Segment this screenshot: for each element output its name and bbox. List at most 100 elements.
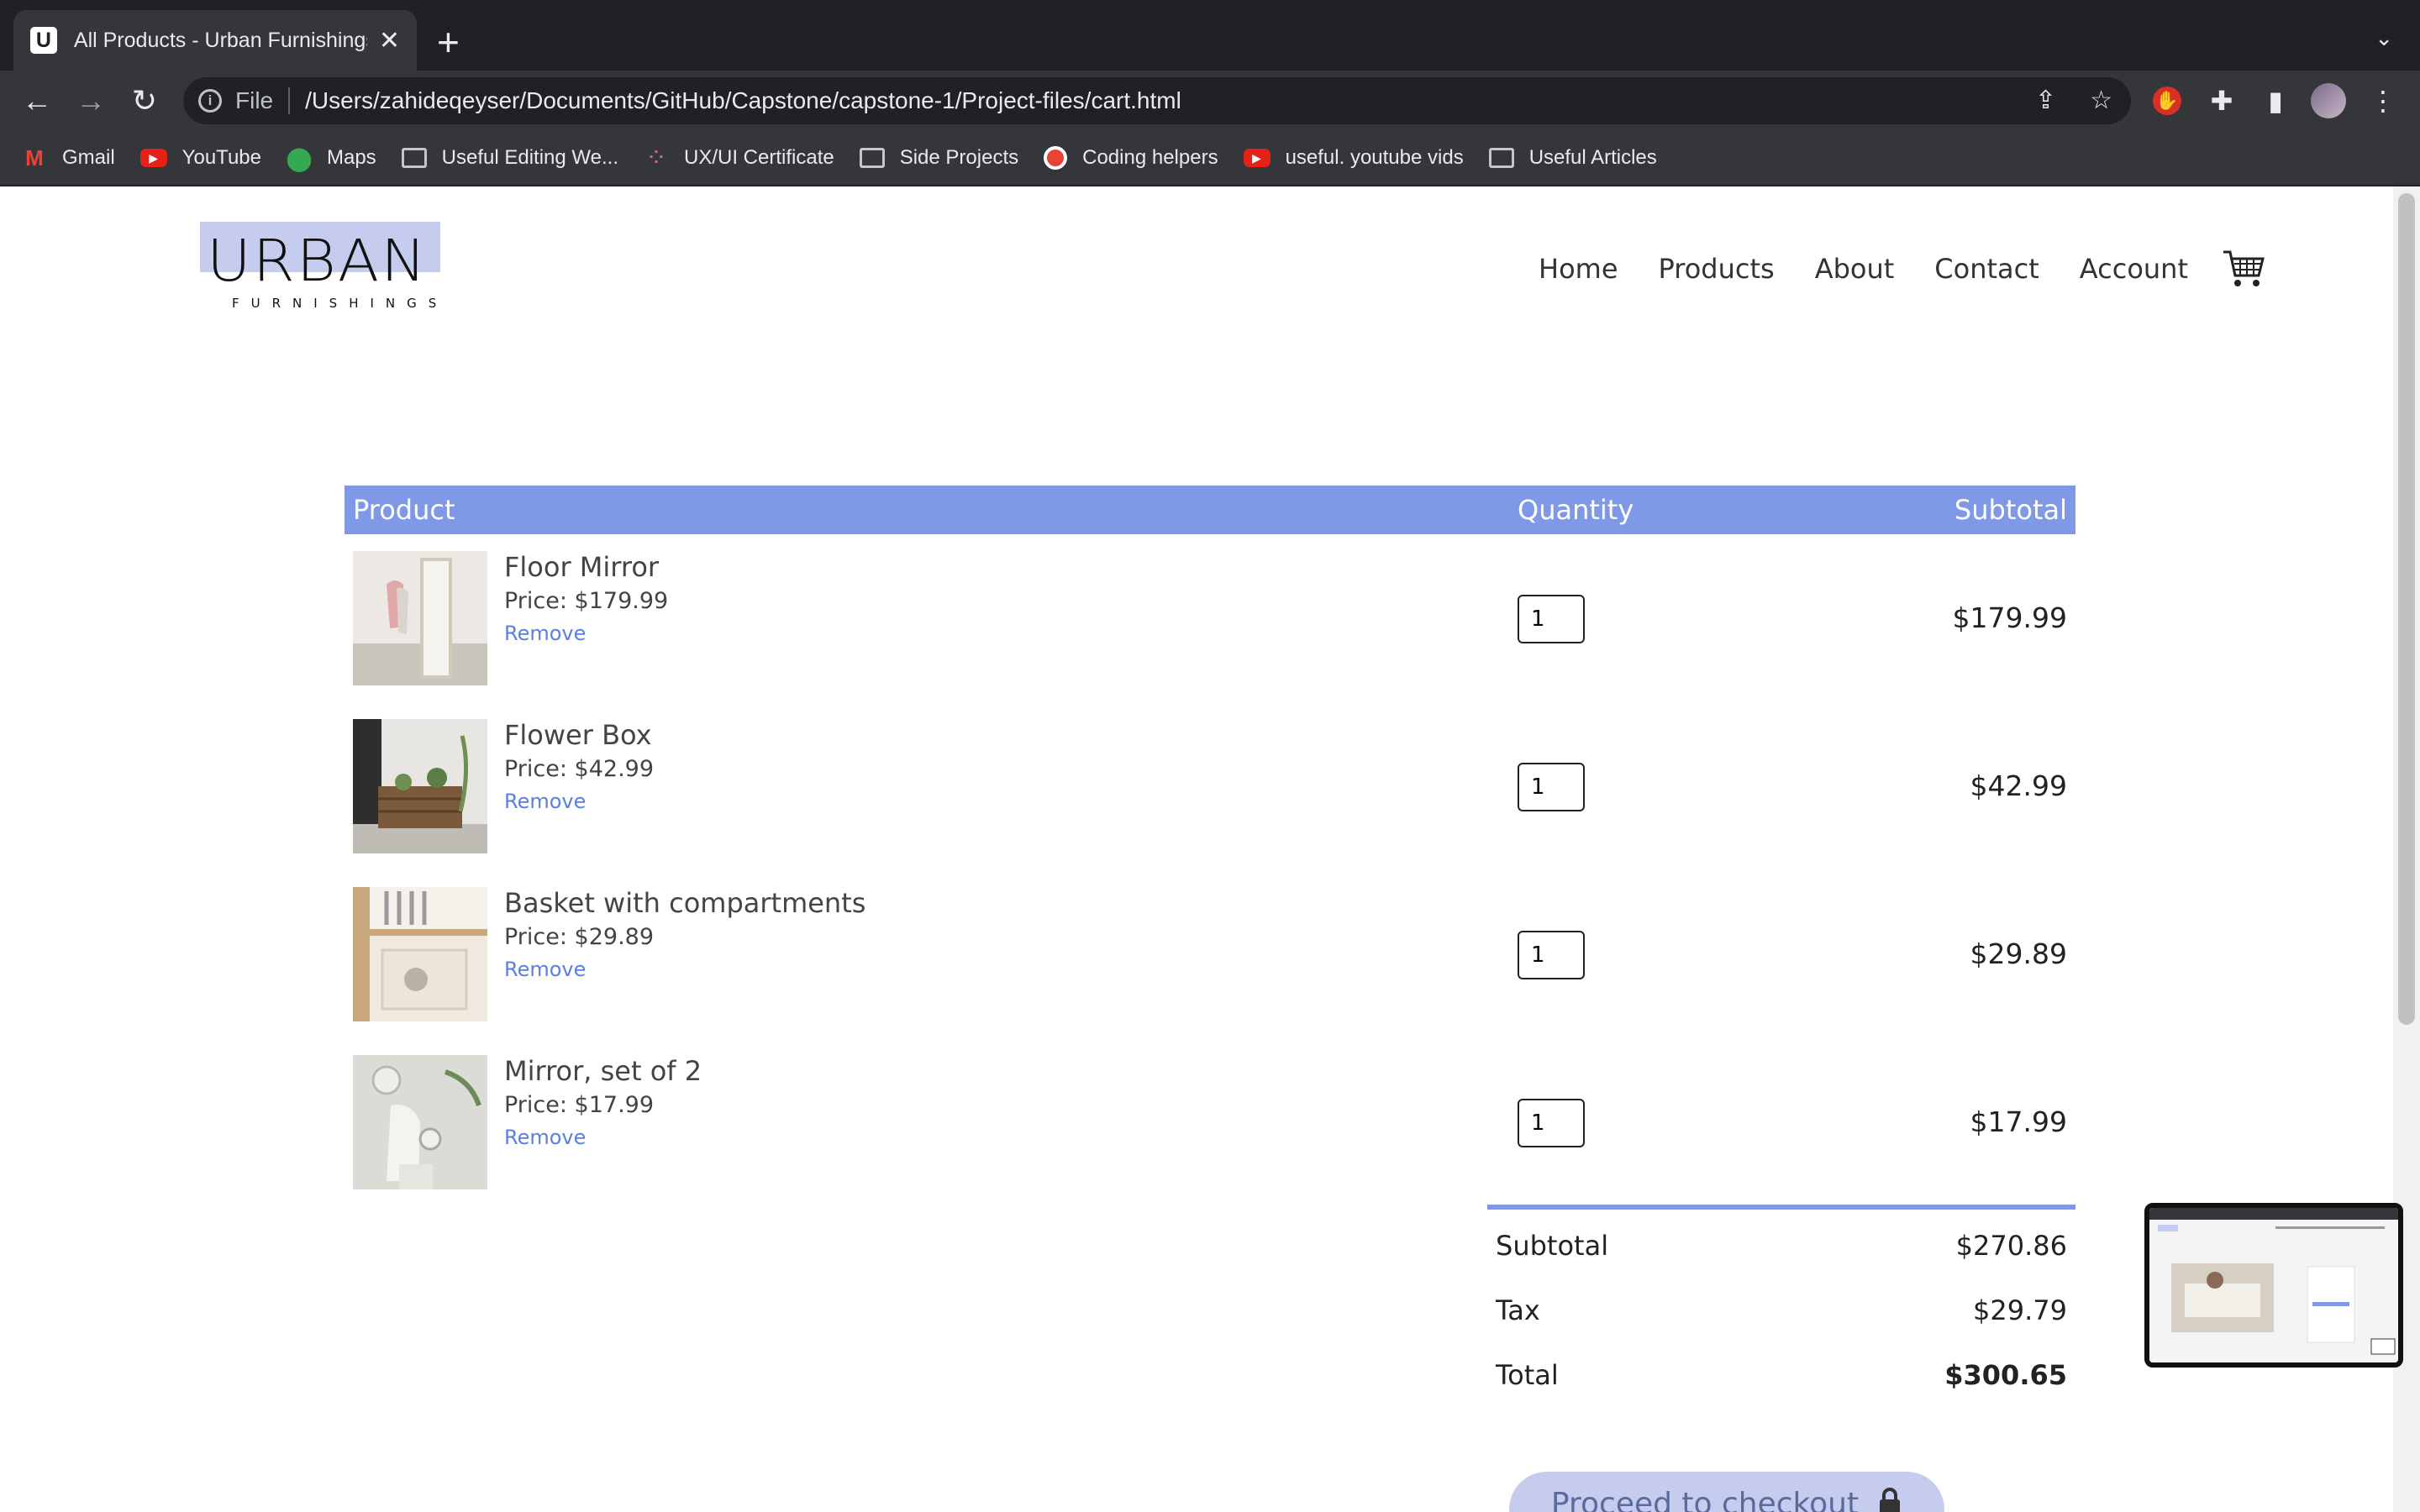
reload-icon[interactable]: ↻ — [124, 81, 165, 121]
adblock-extension-icon[interactable]: ✋ — [2153, 87, 2181, 115]
cart-row: Mirror, set of 2 Price: $17.99 Remove 1 … — [345, 1055, 2075, 1189]
pip-thumbnail-image — [2149, 1208, 2398, 1362]
record-icon — [1044, 146, 1068, 170]
scrollbar-thumb[interactable] — [2398, 193, 2415, 1025]
row-subtotal: $29.89 — [1970, 937, 2067, 970]
quantity-input[interactable]: 1 — [1518, 763, 1585, 811]
bookmark-gmail[interactable]: M Gmail — [22, 144, 115, 171]
product-image-flower-box — [353, 719, 487, 853]
bookmark-label: UX/UI Certificate — [684, 146, 834, 169]
nav-home[interactable]: Home — [1539, 253, 1618, 285]
url-text[interactable]: /Users/zahideqeyser/Documents/GitHub/Cap… — [305, 87, 1181, 114]
remove-link[interactable]: Remove — [504, 1126, 586, 1149]
quantity-input[interactable]: 1 — [1518, 595, 1585, 643]
bookmark-maps[interactable]: ⬤ Maps — [286, 144, 376, 171]
tax-value: $29.79 — [1973, 1294, 2067, 1326]
nav-about[interactable]: About — [1815, 253, 1895, 285]
folder-icon — [859, 148, 885, 168]
product-name: Flower Box — [504, 719, 652, 751]
close-tab-icon[interactable]: ✕ — [379, 26, 400, 55]
dots-icon: ⁘ — [645, 144, 667, 172]
site-favicon-icon: U — [30, 27, 57, 54]
browser-tab[interactable]: U All Products - Urban Furnishings ✕ — [13, 10, 417, 71]
bookmark-folder-side-projects[interactable]: Side Projects — [859, 146, 1019, 170]
site-logo[interactable]: URBAN FURNISHINGS — [200, 220, 440, 311]
quantity-input[interactable]: 1 — [1518, 1099, 1585, 1147]
row-subtotal: $179.99 — [1952, 601, 2067, 634]
proceed-to-checkout-button[interactable]: Proceed to checkout — [1509, 1472, 1944, 1512]
side-panel-icon[interactable]: ▮ — [2259, 84, 2292, 118]
bookmark-label: Useful Articles — [1528, 146, 1657, 169]
extensions-puzzle-icon[interactable]: ✚ — [2205, 84, 2238, 118]
share-icon[interactable]: ⇪ — [2035, 86, 2056, 115]
picture-in-picture-preview[interactable] — [2144, 1203, 2403, 1368]
tab-search-chevron-icon[interactable]: ⌄ — [2375, 25, 2393, 51]
maps-icon: ⬤ — [286, 144, 313, 171]
bookmark-uxui[interactable]: ⁘ UX/UI Certificate — [644, 144, 834, 172]
bookmark-label: useful. youtube vids — [1285, 146, 1464, 169]
product-image-floor-mirror — [353, 551, 487, 685]
bookmark-label: Useful Editing We... — [441, 146, 618, 169]
shopping-cart-icon[interactable] — [2222, 247, 2265, 291]
omnibox-divider — [288, 87, 291, 114]
cart-row: Flower Box Price: $42.99 Remove 1 $42.99 — [345, 719, 2075, 853]
browser-tabstrip: U All Products - Urban Furnishings ✕ + ⌄ — [0, 0, 2420, 71]
nav-contact[interactable]: Contact — [1934, 253, 2039, 285]
cart-row: Floor Mirror Price: $179.99 Remove 1 $17… — [345, 551, 2075, 685]
main-nav: Home Products About Contact Account — [1498, 247, 2265, 291]
header-subtotal: Subtotal — [1954, 494, 2067, 526]
bookmark-star-icon[interactable]: ☆ — [2090, 86, 2112, 115]
new-tab-icon[interactable]: + — [437, 18, 460, 66]
tax-label: Tax — [1496, 1294, 1540, 1326]
total-row: Total $300.65 — [1496, 1359, 2067, 1391]
profile-avatar[interactable] — [2311, 83, 2346, 118]
lock-icon — [1880, 1488, 1901, 1512]
nav-account[interactable]: Account — [2080, 253, 2188, 285]
bookmark-folder-editing[interactable]: Useful Editing We... — [401, 146, 618, 170]
tab-title: All Products - Urban Furnishings — [73, 28, 367, 52]
bookmark-label: Maps — [326, 146, 376, 169]
folder-icon — [401, 148, 427, 168]
bookmark-label: Side Projects — [899, 146, 1019, 169]
cart-page: URBAN FURNISHINGS Home Products About Co… — [0, 186, 2393, 1512]
subtotal-label: Subtotal — [1496, 1230, 1609, 1262]
browser-menu-icon[interactable]: ⋮ — [2366, 84, 2400, 118]
remove-link[interactable]: Remove — [504, 790, 586, 813]
product-image-basket — [353, 887, 487, 1021]
youtube-icon: ▶ — [139, 149, 167, 167]
total-label: Total — [1496, 1359, 1559, 1391]
product-name: Floor Mirror — [504, 551, 660, 583]
bookmark-folder-articles[interactable]: Useful Articles — [1488, 146, 1657, 170]
product-name: Basket with compartments — [504, 887, 866, 919]
url-scheme: File — [235, 87, 274, 113]
quantity-input[interactable]: 1 — [1518, 931, 1585, 979]
site-info-icon[interactable]: i — [198, 89, 222, 113]
total-value: $300.65 — [1944, 1359, 2067, 1391]
logo-subtitle: FURNISHINGS — [232, 296, 449, 311]
address-bar[interactable]: i File /Users/zahideqeyser/Documents/Git… — [183, 77, 2131, 124]
product-image-mirror-set — [353, 1055, 487, 1189]
row-subtotal: $42.99 — [1970, 769, 2067, 802]
remove-link[interactable]: Remove — [504, 622, 586, 645]
logo-wordmark: URBAN — [207, 227, 428, 294]
gmail-icon: M — [25, 144, 44, 171]
back-arrow-icon[interactable]: ← — [17, 81, 57, 121]
bookmark-youtube-vids[interactable]: ▶ useful. youtube vids — [1243, 146, 1464, 170]
bookmark-coding-helpers[interactable]: Coding helpers — [1044, 146, 1218, 170]
cart-table: Product Quantity Subtotal Floor Mirror P… — [345, 486, 2075, 1189]
forward-arrow-icon[interactable]: → — [71, 81, 111, 121]
product-price: Price: $42.99 — [504, 756, 655, 782]
subtotal-value: $270.86 — [1955, 1230, 2067, 1262]
bookmark-label: Gmail — [62, 146, 115, 169]
header-product: Product — [353, 494, 455, 526]
product-price: Price: $17.99 — [504, 1092, 655, 1118]
remove-link[interactable]: Remove — [504, 958, 586, 981]
bookmark-label: YouTube — [182, 146, 261, 169]
bookmarks-bar: M Gmail ▶ YouTube ⬤ Maps Useful Editing We.… — [0, 131, 2420, 186]
bookmark-youtube[interactable]: ▶ YouTube — [139, 146, 261, 170]
product-price: Price: $29.89 — [504, 924, 655, 950]
product-price: Price: $179.99 — [504, 588, 669, 614]
youtube-icon: ▶ — [1243, 149, 1270, 167]
browser-toolbar: ← → ↻ i File /Users/zahideqeyser/Documen… — [0, 71, 2420, 131]
nav-products[interactable]: Products — [1659, 253, 1775, 285]
